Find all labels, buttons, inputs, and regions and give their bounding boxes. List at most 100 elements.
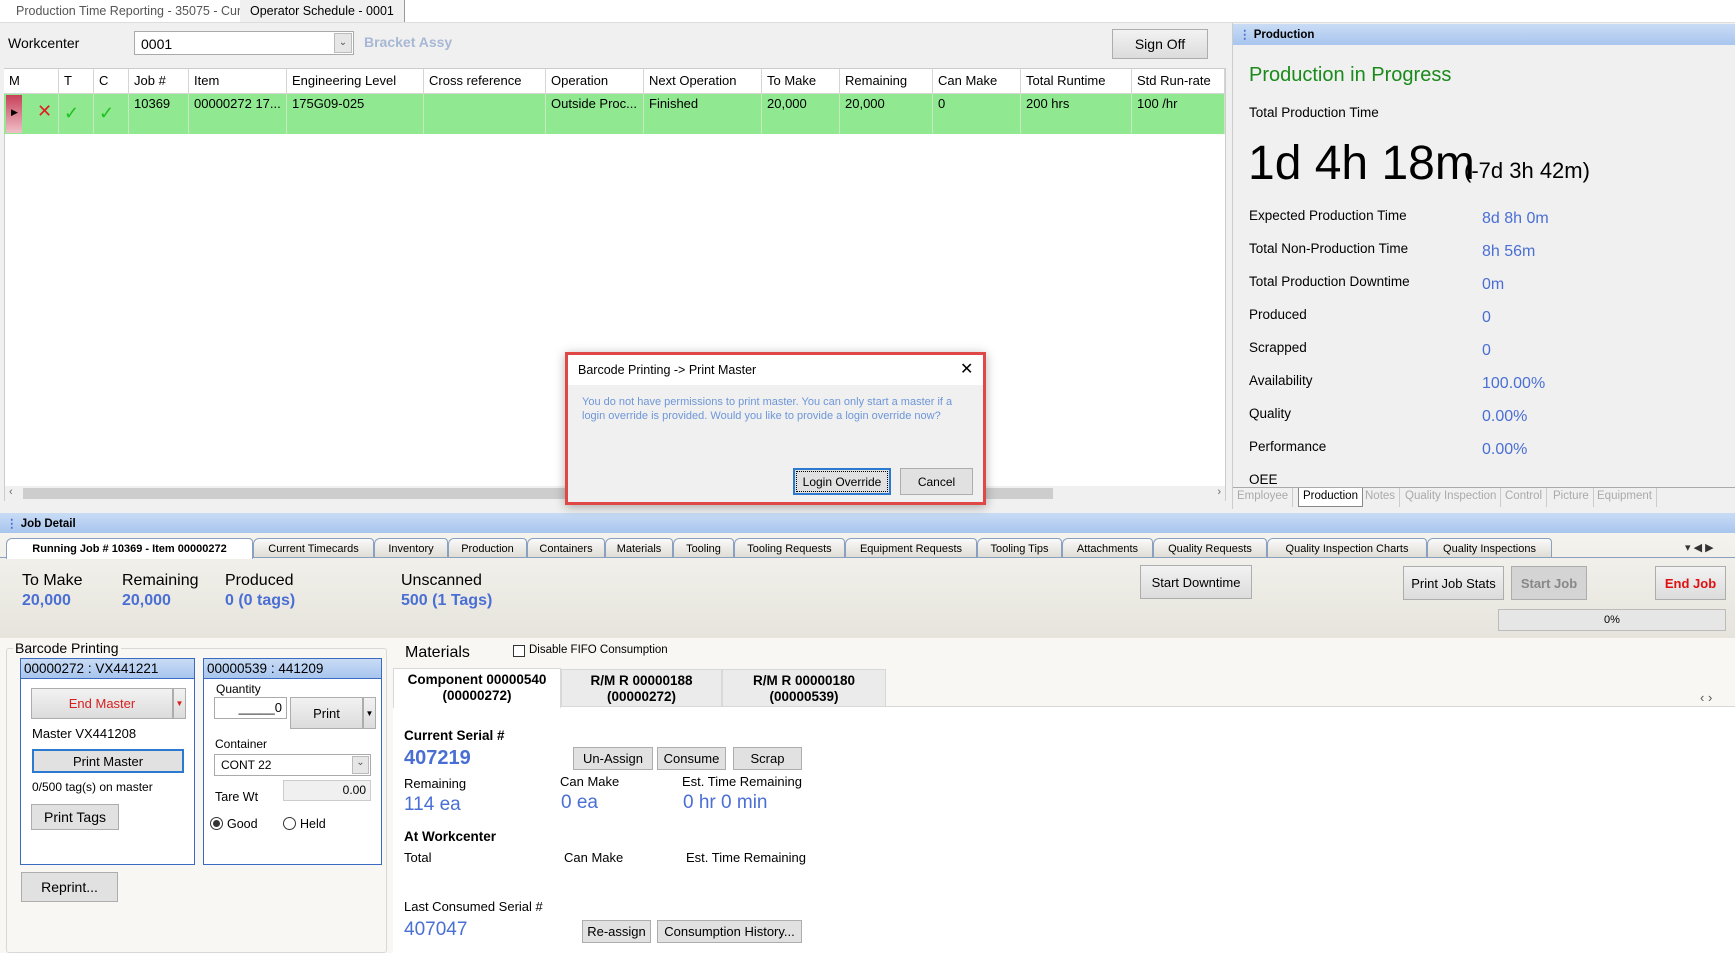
job-tab-6[interactable]: Tooling	[673, 538, 734, 558]
tab-list-icon[interactable]: ▾ ◀ ▶	[1685, 541, 1714, 554]
stat-value: 0.00%	[1482, 408, 1528, 425]
print-button[interactable]: Print	[290, 697, 363, 729]
close-icon[interactable]: ✕	[960, 359, 973, 379]
tare-wt-input[interactable]: 0.00	[283, 780, 371, 801]
print-tags-button[interactable]: Print Tags	[31, 804, 119, 830]
workcenter-value: 0001	[141, 36, 173, 52]
job-stat-label: Produced	[225, 572, 294, 589]
production-panel-title: Production	[1253, 29, 1315, 41]
stat-value: 0m	[1482, 276, 1505, 293]
cell-to-make: 20,000	[762, 94, 840, 134]
col-remaining[interactable]: Remaining	[840, 69, 933, 94]
at-workcenter-label: At Workcenter	[404, 829, 497, 844]
container-select[interactable]: CONT 22 ⌄	[214, 754, 371, 776]
material-tab-scroll-icon[interactable]: ‹ ›	[1700, 690, 1712, 705]
tab-line1: R/M R 00000188	[590, 673, 693, 688]
quantity-input[interactable]: _____0	[214, 697, 287, 719]
disable-fifo-label: Disable FIFO Consumption	[529, 644, 668, 656]
job-tab-4[interactable]: Containers	[527, 538, 605, 558]
col-can-make[interactable]: Can Make	[933, 69, 1021, 94]
tare-wt-label: Tare Wt	[215, 790, 259, 804]
material-tab-component[interactable]: Component 00000540 (00000272)	[393, 668, 561, 708]
panel-tab-equipment[interactable]: Equipment	[1593, 488, 1657, 507]
scroll-right-icon[interactable]: ›	[1217, 486, 1221, 498]
held-radio[interactable]	[283, 817, 296, 830]
job-tab-8[interactable]: Equipment Requests	[845, 538, 977, 558]
job-tab-1[interactable]: Current Timecards	[253, 538, 374, 558]
tab-line1: R/M R 00000180	[752, 673, 856, 688]
good-label: Good	[227, 817, 258, 831]
job-tab-12[interactable]: Quality Inspection Charts	[1267, 538, 1427, 558]
job-tab-11[interactable]: Quality Requests	[1153, 538, 1267, 558]
col-next-operation[interactable]: Next Operation	[644, 69, 762, 94]
panel-tab-quality-inspection[interactable]: Quality Inspection	[1401, 488, 1502, 507]
row-selector-arrow-icon[interactable]: ▶	[6, 95, 22, 133]
col-total-runtime[interactable]: Total Runtime	[1021, 69, 1132, 94]
job-tab-2[interactable]: Inventory	[374, 538, 448, 558]
cancel-button[interactable]: Cancel	[900, 468, 973, 495]
job-tab-13[interactable]: Quality Inspections	[1427, 538, 1552, 558]
job-tab-3[interactable]: Production	[448, 538, 527, 558]
scrap-button[interactable]: Scrap	[733, 747, 802, 770]
col-operation[interactable]: Operation	[546, 69, 644, 94]
est-time-label: Est. Time Remaining	[682, 774, 802, 789]
end-job-button[interactable]: End Job	[1655, 566, 1726, 600]
production-panel-header: ⋮ Production	[1233, 24, 1735, 45]
col-c[interactable]: C	[94, 69, 129, 94]
col-m[interactable]: M	[4, 69, 59, 94]
material-tab-rm-188[interactable]: R/M R 00000188 (00000272)	[561, 669, 722, 707]
col-engineering-level[interactable]: Engineering Level	[287, 69, 424, 94]
col-job[interactable]: Job #	[129, 69, 189, 94]
cell-cross-reference	[424, 94, 546, 134]
workcenter-combo[interactable]: 0001 ⌄	[134, 31, 354, 55]
reprint-button[interactable]: Reprint...	[21, 872, 118, 902]
print-job-stats-button[interactable]: Print Job Stats	[1403, 566, 1504, 600]
start-downtime-button[interactable]: Start Downtime	[1140, 565, 1252, 599]
panel-tab-production[interactable]: Production	[1298, 488, 1363, 507]
panel-tab-notes[interactable]: Notes	[1361, 488, 1401, 507]
master-id: Master VX441208	[32, 726, 137, 741]
re-assign-button[interactable]: Re-assign	[582, 920, 651, 943]
cell-std-runrate: 100 /hr	[1132, 94, 1225, 134]
current-serial-label: Current Serial #	[404, 728, 505, 743]
job-stat-value: 20,000	[22, 592, 71, 609]
disable-fifo-checkbox[interactable]	[513, 645, 525, 657]
un-assign-button[interactable]: Un-Assign	[573, 747, 653, 770]
col-t[interactable]: T	[59, 69, 94, 94]
end-master-dropdown-icon[interactable]: ▼	[173, 688, 186, 719]
col-to-make[interactable]: To Make	[762, 69, 840, 94]
col-std-runrate[interactable]: Std Run-rate	[1132, 69, 1225, 94]
chevron-down-icon[interactable]: ⌄	[352, 756, 369, 774]
scroll-left-icon[interactable]: ‹	[9, 486, 13, 498]
print-master-button[interactable]: Print Master	[32, 749, 184, 773]
cell-remaining: 20,000	[840, 94, 933, 134]
tab-operator-schedule[interactable]: Operator Schedule - 0001	[240, 0, 405, 22]
chevron-down-icon[interactable]: ⌄	[334, 33, 352, 53]
x-icon: ✕	[32, 94, 59, 134]
start-job-button[interactable]: Start Job	[1511, 566, 1587, 600]
tags-on-master: 0/500 tag(s) on master	[32, 780, 153, 794]
job-tab-5[interactable]: Materials	[605, 538, 673, 558]
cell-operation: Outside Proc...	[546, 94, 644, 134]
panel-tab-employee[interactable]: Employee	[1233, 488, 1294, 507]
dialog-message: You do not have permissions to print mas…	[582, 396, 953, 422]
job-tab-7[interactable]: Tooling Requests	[734, 538, 845, 558]
sign-off-button[interactable]: Sign Off	[1112, 29, 1208, 59]
end-master-button[interactable]: End Master	[31, 688, 173, 719]
tab-production-time-reporting[interactable]: Production Time Reporting - 35075 - Curr…	[6, 0, 273, 22]
job-tab-9[interactable]: Tooling Tips	[977, 538, 1062, 558]
material-tab-rm-180[interactable]: R/M R 00000180 (00000539)	[722, 669, 886, 707]
consumption-history-button[interactable]: Consumption History...	[657, 920, 802, 943]
job-tab-10[interactable]: Attachments	[1062, 538, 1153, 558]
col-item[interactable]: Item	[189, 69, 287, 94]
login-override-button[interactable]: Login Override	[793, 468, 891, 495]
panel-tab-picture[interactable]: Picture	[1549, 488, 1594, 507]
col-cross-reference[interactable]: Cross reference	[424, 69, 546, 94]
good-radio[interactable]	[210, 817, 223, 830]
job-detail-header: ⋮ Job Detail	[0, 513, 1735, 533]
print-dropdown-icon[interactable]: ▼	[363, 697, 376, 729]
job-tab-0[interactable]: Running Job # 10369 - Item 00000272	[6, 538, 253, 559]
consume-button[interactable]: Consume	[657, 747, 726, 770]
stat-value: 0.00%	[1482, 441, 1528, 458]
panel-tab-control[interactable]: Control	[1501, 488, 1548, 507]
